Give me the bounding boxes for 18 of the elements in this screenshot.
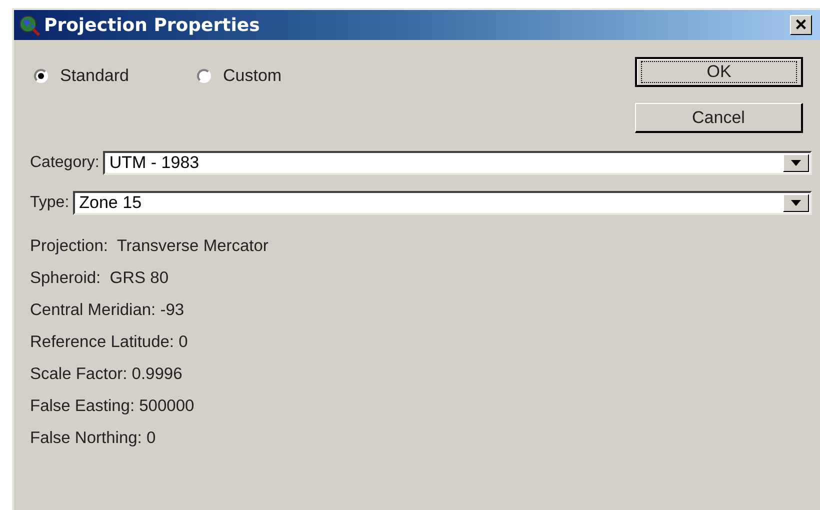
field-label: Category: [30,153,100,173]
field-label: Type: [30,193,70,213]
property-text: Central Meridian: -93 [30,300,186,321]
window-title: Projection Properties [44,14,260,38]
radio-option[interactable]: Custom [197,63,282,88]
dropdown[interactable]: UTM - 1983 [103,151,812,175]
property-text: Reference Latitude: 0 [30,332,189,353]
dropdown[interactable]: Zone 15 [73,191,812,215]
radio-option[interactable]: Standard [34,63,129,88]
ok-button[interactable]: OK [635,57,803,87]
globe-magnifier-icon [18,14,40,36]
cancel-button[interactable]: Cancel [635,103,803,133]
property-text: Projection: Transverse Mercator [30,236,270,257]
property-text: False Easting: 500000 [30,396,196,417]
property-text: Spheroid: GRS 80 [30,268,170,289]
property-text: False Northing: 0 [30,428,157,449]
close-button[interactable]: × [790,15,812,35]
property-text: Scale Factor: 0.9996 [30,364,184,385]
